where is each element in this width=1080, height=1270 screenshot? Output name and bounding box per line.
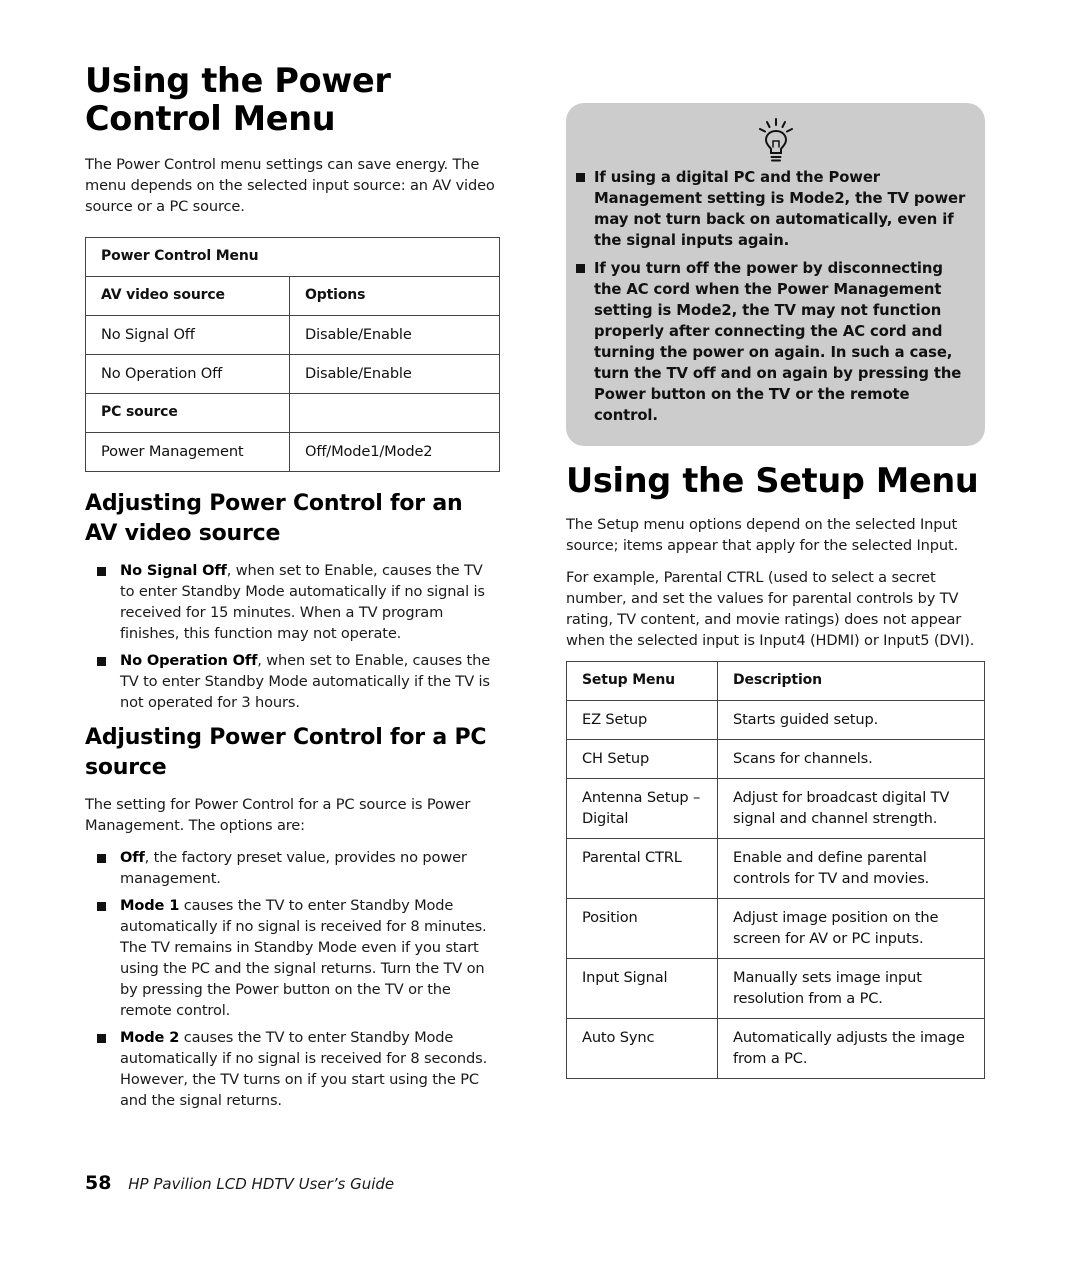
av-section-heading: Adjusting Power Control for an AV video … (85, 491, 463, 546)
av-bullet-list: No Signal Off, when set to Enable, cause… (85, 560, 500, 713)
term: No Signal Off (120, 562, 227, 579)
table-row: Position Adjust image position on the sc… (566, 898, 985, 959)
table-cell: Enable and define parental controls for … (717, 838, 985, 899)
table-cell: Power Management (85, 432, 290, 472)
page-footer: 58 HP Pavilion LCD HDTV User’s Guide (85, 1172, 394, 1194)
section-label: PC source (85, 393, 290, 433)
table-section-row: PC source (85, 393, 500, 433)
square-bullet-icon (97, 657, 106, 666)
left-column: Using the Power Control Menu The Power C… (85, 62, 500, 1117)
tip-item: If using a digital PC and the Power Mana… (576, 167, 967, 251)
table-cell: Off/Mode1/Mode2 (289, 432, 500, 472)
square-bullet-icon (97, 902, 106, 911)
pc-section-heading: Adjusting Power Control for a PC source (85, 725, 487, 780)
list-item: Off, the factory preset value, provides … (85, 847, 500, 889)
pc-section-intro: The setting for Power Control for a PC s… (85, 796, 471, 834)
table-cell: Parental CTRL (566, 838, 718, 899)
table-cell: Starts guided setup. (717, 700, 985, 740)
table-cell: Automatically adjusts the image from a P… (717, 1018, 985, 1079)
power-control-intro: The Power Control menu settings can save… (85, 156, 495, 215)
table-row: Parental CTRL Enable and define parental… (566, 838, 985, 899)
table-header-row: Setup Menu Description (566, 661, 985, 701)
pc-bullet-list: Off, the factory preset value, provides … (85, 847, 500, 1111)
document-title: HP Pavilion LCD HDTV User’s Guide (128, 1175, 395, 1193)
setup-menu-table: Setup Menu Description EZ Setup Starts g… (566, 661, 985, 1079)
list-item: Mode 1 causes the TV to enter Standby Mo… (85, 895, 500, 1021)
table-header-row: AV video source Options (85, 276, 500, 316)
power-control-table: Power Control Menu AV video source Optio… (85, 237, 500, 472)
table-cell: Manually sets image input resolution fro… (717, 958, 985, 1019)
table-cell: Adjust image position on the screen for … (717, 898, 985, 959)
term: Off (120, 849, 145, 866)
table-row: No Signal Off Disable/Enable (85, 315, 500, 355)
column-header: Setup Menu (566, 661, 718, 701)
table-cell: CH Setup (566, 739, 718, 779)
table-cell: Scans for channels. (717, 739, 985, 779)
square-bullet-icon (97, 854, 106, 863)
table-cell: Antenna Setup – Digital (566, 778, 718, 839)
column-header: Options (289, 276, 500, 316)
table-row: Antenna Setup – Digital Adjust for broad… (566, 778, 985, 839)
table-cell: EZ Setup (566, 700, 718, 740)
term: No Operation Off (120, 652, 258, 669)
square-bullet-icon (97, 1034, 106, 1043)
lightbulb-icon (584, 117, 967, 167)
right-column: If using a digital PC and the Power Mana… (566, 103, 985, 1079)
table-cell: Position (566, 898, 718, 959)
tip-box: If using a digital PC and the Power Mana… (566, 103, 985, 446)
table-row: Input Signal Manually sets image input r… (566, 958, 985, 1019)
table-title-row: Power Control Menu (85, 237, 500, 277)
table-row: EZ Setup Starts guided setup. (566, 700, 985, 740)
column-header: AV video source (85, 276, 290, 316)
table-cell: No Signal Off (85, 315, 290, 355)
table-cell: Auto Sync (566, 1018, 718, 1079)
table-row: Power Management Off/Mode1/Mode2 (85, 432, 500, 472)
setup-para-1: The Setup menu options depend on the sel… (566, 516, 959, 554)
table-title: Power Control Menu (85, 237, 500, 277)
table-cell: No Operation Off (85, 354, 290, 394)
tip-list: If using a digital PC and the Power Mana… (576, 167, 967, 426)
square-bullet-icon (97, 567, 106, 576)
table-row: Auto Sync Automatically adjusts the imag… (566, 1018, 985, 1079)
column-header: Description (717, 661, 985, 701)
table-cell: Disable/Enable (289, 354, 500, 394)
table-cell: Adjust for broadcast digital TV signal a… (717, 778, 985, 839)
setup-para-2: For example, Parental CTRL (used to sele… (566, 569, 975, 649)
square-bullet-icon (576, 264, 585, 273)
power-control-heading: Using the Power Control Menu (85, 61, 391, 138)
table-row: No Operation Off Disable/Enable (85, 354, 500, 394)
setup-menu-heading: Using the Setup Menu (566, 461, 979, 500)
list-item: No Signal Off, when set to Enable, cause… (85, 560, 500, 644)
term: Mode 2 (120, 1029, 180, 1046)
table-row: CH Setup Scans for channels. (566, 739, 985, 779)
square-bullet-icon (576, 173, 585, 182)
table-cell: Disable/Enable (289, 315, 500, 355)
tip-item: If you turn off the power by disconnecti… (576, 258, 967, 426)
list-item: No Operation Off, when set to Enable, ca… (85, 650, 500, 713)
term: Mode 1 (120, 897, 180, 914)
list-item: Mode 2 causes the TV to enter Standby Mo… (85, 1027, 500, 1111)
table-cell-empty (289, 393, 500, 433)
table-cell: Input Signal (566, 958, 718, 1019)
page-number: 58 (85, 1172, 112, 1194)
